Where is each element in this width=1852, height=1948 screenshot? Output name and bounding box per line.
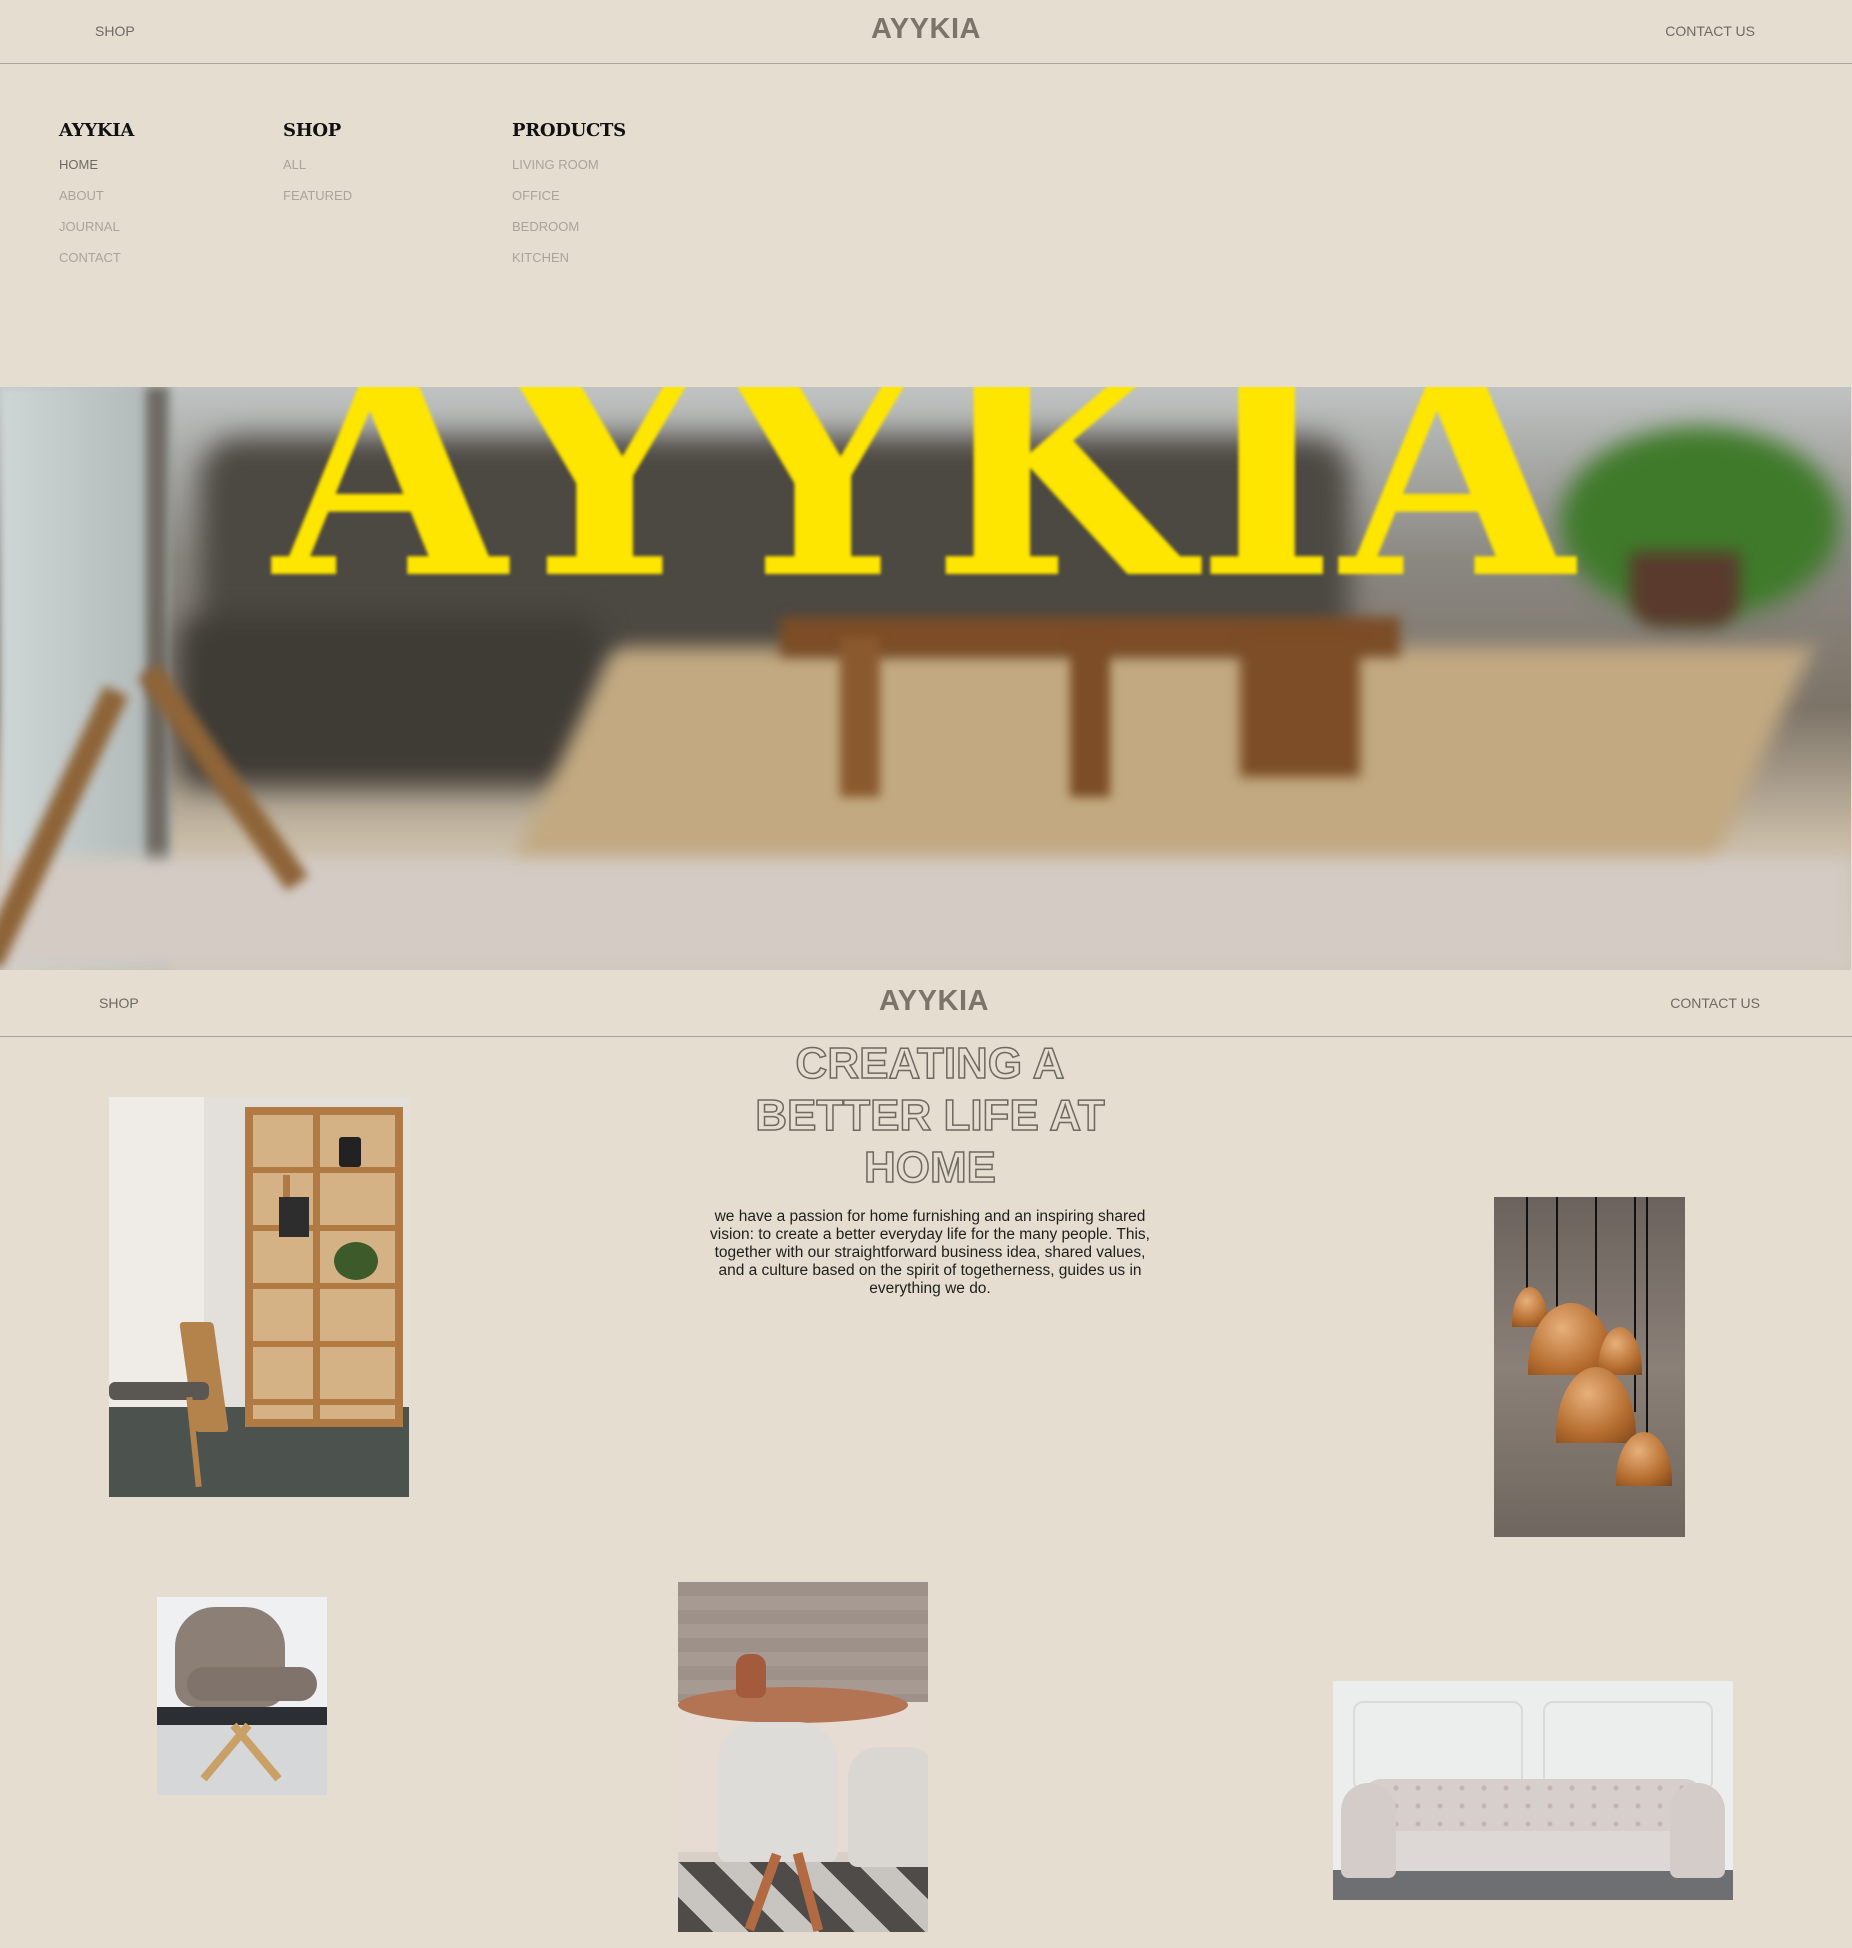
hero-bg-table-leg <box>840 637 880 797</box>
top-header: SHOP AYYKIA CONTACT US <box>0 0 1852 64</box>
intro-paragraph: we have a passion for home furnishing an… <box>710 1208 1150 1297</box>
menu-column-shop: SHOP ALL FEATURED <box>283 120 352 219</box>
menu-column-products: PRODUCTS LIVING ROOM OFFICE BEDROOM KITC… <box>512 120 626 281</box>
menu-item-home[interactable]: HOME <box>59 157 134 188</box>
sticky-header: SHOP AYYKIA CONTACT US <box>0 970 1852 1037</box>
menu-column-ayykia: AYYKIA HOME ABOUT JOURNAL CONTACT <box>59 120 134 281</box>
bookshelf-shape <box>245 1107 403 1427</box>
menu-item-featured[interactable]: FEATURED <box>283 188 352 219</box>
menu-item-all[interactable]: ALL <box>283 157 352 188</box>
dining-table-photo[interactable] <box>678 1582 928 1932</box>
headline-line: CREATING A <box>795 1038 1065 1089</box>
intro-headline: CREATING A BETTER LIFE AT HOME <box>680 1038 1180 1194</box>
menu-item-contact[interactable]: CONTACT <box>59 250 134 281</box>
hero-bg-table-leg <box>1070 637 1110 797</box>
hero-banner: AYYKIA <box>0 387 1851 970</box>
bookshelf-photo[interactable] <box>109 1097 409 1497</box>
menu-item-office[interactable]: OFFICE <box>512 188 626 219</box>
brand-logo[interactable]: AYYKIA <box>0 13 1852 46</box>
brand-logo[interactable]: AYYKIA <box>8 985 1852 1018</box>
hero-bg-rug <box>506 647 1814 877</box>
hero-bg-table-leg <box>1240 637 1360 777</box>
menu-column-title: SHOP <box>283 120 342 141</box>
hero-title: AYYKIA <box>273 387 1578 645</box>
headline-line: BETTER LIFE AT <box>754 1090 1105 1141</box>
contact-us-link[interactable]: CONTACT US <box>1665 23 1755 39</box>
menu-item-journal[interactable]: JOURNAL <box>59 219 134 250</box>
menu-item-bedroom[interactable]: BEDROOM <box>512 219 626 250</box>
contact-us-link[interactable]: CONTACT US <box>1670 995 1760 1011</box>
menu-item-living-room[interactable]: LIVING ROOM <box>512 157 626 188</box>
menu-column-title: PRODUCTS <box>512 120 626 141</box>
menu-item-about[interactable]: ABOUT <box>59 188 134 219</box>
chesterfield-sofa-photo[interactable] <box>1333 1681 1733 1900</box>
headline-line: HOME <box>863 1142 997 1193</box>
menu-column-title: AYYKIA <box>59 120 134 141</box>
lounge-chair-photo[interactable] <box>157 1597 327 1795</box>
pendant-lamps-photo[interactable] <box>1494 1197 1685 1537</box>
menu-item-kitchen[interactable]: KITCHEN <box>512 250 626 281</box>
